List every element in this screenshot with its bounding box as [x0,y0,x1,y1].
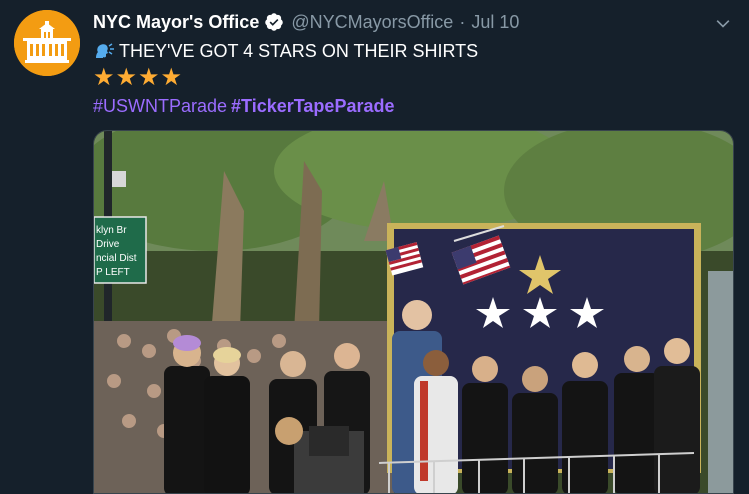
hashtag-uswntparade[interactable]: #USWNTParade [93,96,227,116]
tweet-date[interactable]: Jul 10 [471,12,519,33]
tweet-text-line: THEY'VE GOT 4 STARS ON THEIR SHIRTS [93,38,735,64]
tweet-photo[interactable]: klyn Br Drive ncial Dist P LEFT [93,130,734,494]
star-emojis: ★★★★ [93,64,184,91]
display-name[interactable]: NYC Mayor's Office [93,12,259,33]
tweet-text: THEY'VE GOT 4 STARS ON THEIR SHIRTS [119,41,479,61]
speaking-head-icon [96,43,114,58]
sign-line-3: ncial Dist [96,253,137,264]
city-hall-logo-icon [14,10,80,76]
parade-photo-illustration: klyn Br Drive ncial Dist P LEFT [94,131,733,493]
verified-badge-icon [265,13,284,31]
street-sign: klyn Br Drive ncial Dist P LEFT [94,216,147,284]
user-handle[interactable]: @NYCMayorsOffice [291,12,453,33]
avatar[interactable] [14,10,80,76]
sign-line-2: Drive [96,239,120,250]
tweet-header: NYC Mayor's Office @NYCMayorsOffice · Ju… [93,8,735,36]
chevron-down-icon[interactable] [713,14,733,34]
tweet-content: NYC Mayor's Office @NYCMayorsOffice · Ju… [93,8,735,119]
separator-dot: · [459,11,466,32]
hashtag-tickertapeparade[interactable]: #TickerTapeParade [231,96,394,116]
hashtag-line: #USWNTParade #TickerTapeParade [93,93,735,119]
sign-line-4: P LEFT [96,267,130,278]
tweet[interactable]: NYC Mayor's Office @NYCMayorsOffice · Ju… [0,0,749,494]
sign-line-1: klyn Br [96,225,127,236]
